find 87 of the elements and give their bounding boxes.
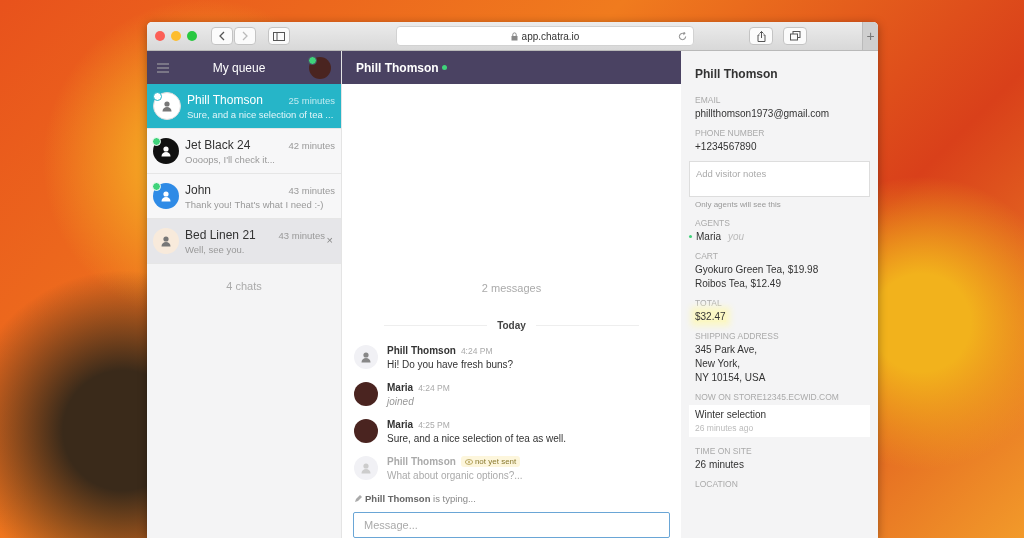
- field-label: SHIPPING ADDRESS: [695, 331, 780, 341]
- avatar-photo: [354, 419, 378, 443]
- chat-title: Phill Thomson: [356, 60, 439, 75]
- close-window-button[interactable]: [155, 31, 165, 41]
- message-author: Maria: [387, 382, 414, 393]
- field-value: 345 Park Ave,: [695, 344, 759, 355]
- field-label: EMAIL: [695, 95, 722, 105]
- person-icon: [160, 235, 172, 247]
- contact-name: Jet Black 24: [185, 137, 251, 152]
- chat-time: 42 minutes: [288, 139, 335, 151]
- share-button[interactable]: [749, 27, 773, 45]
- visitor-name: Phill Thomson: [695, 67, 779, 81]
- field-label: LOCATION: [695, 479, 739, 489]
- message-text: What about organic options?...: [387, 470, 523, 481]
- agent-name: Maria: [696, 231, 721, 242]
- message-preview: Sure, and a nice selection of tea ...: [187, 108, 334, 120]
- field-value: 26 minutes: [695, 459, 745, 470]
- field-value: NY 10154, USA: [695, 372, 767, 383]
- lock-icon: [510, 31, 518, 41]
- chevron-left-icon: [218, 31, 226, 41]
- person-icon: [360, 462, 372, 474]
- field-value: phillthomson1973@gmail.com: [695, 108, 831, 119]
- chat-count: 4 chats: [225, 279, 263, 294]
- contact-name: Bed Linen 21: [185, 227, 256, 242]
- chat-time: 43 minutes: [288, 184, 335, 196]
- person-icon: [160, 190, 172, 202]
- highlighted-total: $32.47: [695, 311, 726, 322]
- field-value: Roibos Tea, $12.49: [695, 278, 782, 289]
- page-title: Winter selection: [695, 409, 768, 420]
- date-divider: Today: [497, 320, 526, 331]
- message-preview: Well, see you.: [185, 243, 245, 255]
- message-input[interactable]: Message...: [353, 512, 670, 538]
- address-bar[interactable]: app.chatra.io: [396, 26, 694, 46]
- typing-indicator: Phill Thomson is typing...: [365, 493, 476, 504]
- zoom-window-button[interactable]: [187, 31, 197, 41]
- message-text: Hi! Do you have fresh buns?: [387, 359, 514, 370]
- field-label: TIME ON SITE: [695, 446, 753, 456]
- reload-icon[interactable]: [678, 31, 687, 41]
- message-author: Phill Thomson: [387, 456, 456, 467]
- event-text: joined: [387, 396, 415, 407]
- message-time: 4:24 PM: [418, 382, 450, 393]
- sidebar-button[interactable]: [268, 27, 290, 45]
- avatar-photo: [354, 382, 378, 406]
- field-label: NOW ON STORE12345.ECWID.COM: [695, 392, 840, 402]
- message-time: 4:25 PM: [418, 419, 450, 430]
- forward-button[interactable]: [234, 27, 256, 45]
- url-text: app.chatra.io: [521, 30, 580, 42]
- queue-title: My queue: [211, 60, 267, 75]
- field-value: Gyokuro Green Tea, $19.98: [695, 264, 820, 275]
- sidebar-icon: [273, 31, 285, 41]
- agent-note: you: [728, 231, 745, 242]
- person-icon: [161, 100, 173, 112]
- pencil-icon: [354, 494, 362, 503]
- back-button[interactable]: [211, 27, 233, 45]
- menu-icon[interactable]: [157, 62, 169, 73]
- message-author: Maria: [387, 419, 414, 430]
- person-icon: [160, 145, 172, 157]
- message-preview: Thank you! That's what I need :-): [185, 198, 324, 210]
- message-time: 4:24 PM: [460, 345, 493, 356]
- share-icon: [756, 30, 766, 42]
- tabs-icon: [789, 31, 801, 41]
- field-label: TOTAL: [695, 298, 723, 308]
- field-label: CART: [695, 251, 719, 261]
- eye-icon: [464, 458, 473, 465]
- contact-name: John: [185, 182, 212, 197]
- field-label: AGENTS: [695, 218, 731, 228]
- chat-list-item[interactable]: Bed Linen 21 43 minutes Well, see you. ×: [147, 219, 341, 264]
- notes-hint: Only agents will see this: [695, 200, 782, 209]
- chat-time: 43 minutes: [278, 229, 325, 241]
- page-time: 26 minutes ago: [695, 423, 755, 433]
- tabs-button[interactable]: [783, 27, 807, 45]
- chevron-right-icon: [241, 31, 249, 41]
- notes-field[interactable]: Add visitor notes: [689, 161, 870, 197]
- field-value: +1234567890: [695, 141, 758, 152]
- chat-time: 25 minutes: [288, 94, 335, 106]
- message-author: Phill Thomson: [387, 345, 456, 356]
- person-icon: [360, 351, 372, 363]
- status-badge: not yet sent: [460, 456, 521, 467]
- online-dot: [689, 235, 692, 238]
- message-text: Sure, and a nice selection of tea as well.: [387, 433, 566, 444]
- minimize-window-button[interactable]: [171, 31, 181, 41]
- field-label: PHONE NUMBER: [695, 128, 766, 138]
- message-count: 2 messages: [481, 282, 542, 294]
- message-preview: Oooops, I'll check it...: [185, 153, 275, 165]
- contact-name: Phill Thomson: [187, 92, 263, 107]
- field-value: New York,: [695, 358, 742, 369]
- agent-avatar-photo[interactable]: [309, 56, 331, 79]
